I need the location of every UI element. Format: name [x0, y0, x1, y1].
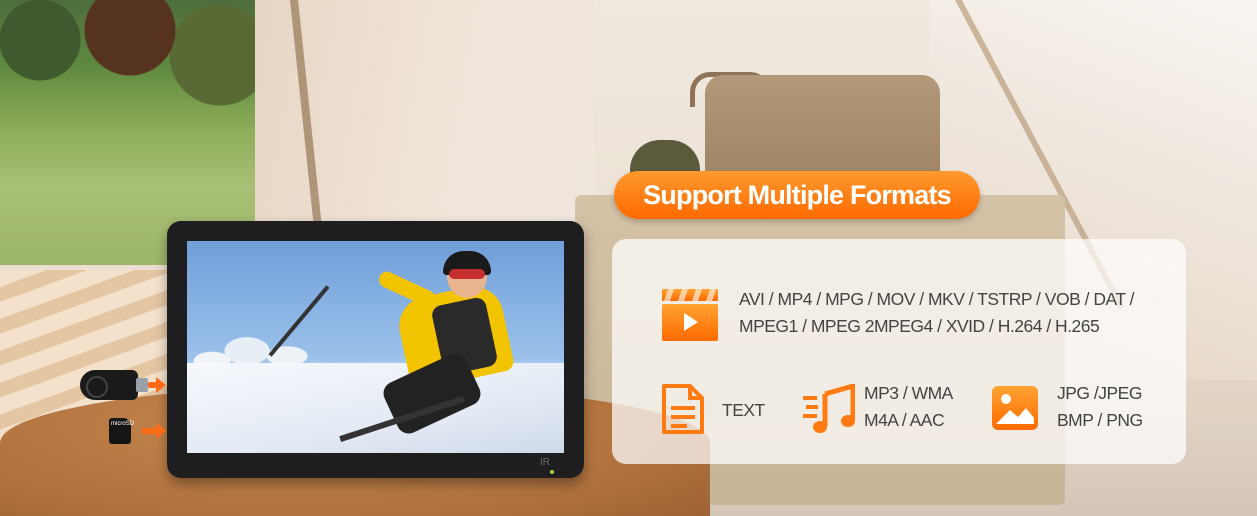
snow-slope	[187, 363, 564, 453]
video-clapper-icon	[662, 289, 718, 341]
sd-arrow-line	[142, 428, 156, 434]
video-formats-line2: MPEG1 / MPEG 2MPEG4 / XVID / H.264 / H.2…	[739, 316, 1100, 336]
image-formats-line2: BMP / PNG	[1057, 410, 1143, 430]
usb-arrow-icon	[156, 377, 166, 393]
video-formats-line1: AVI / MP4 / MPG / MOV / MKV / TSTRP / VO…	[739, 289, 1134, 309]
picture-icon	[992, 386, 1038, 430]
digital-photo-frame: IR	[167, 221, 584, 478]
sd-arrow-icon	[156, 423, 166, 439]
banner-title: Support Multiple Formats	[614, 171, 980, 219]
audio-formats-line2: M4A / AAC	[864, 410, 945, 430]
usb-drive-icon	[80, 370, 148, 400]
audio-formats-line1: MP3 / WMA	[864, 383, 953, 403]
text-format-label: TEXT	[722, 400, 765, 420]
music-note-icon	[803, 384, 855, 433]
ir-sensor-label: IR	[540, 457, 550, 468]
device-screen	[187, 241, 564, 453]
product-banner: IR microSD Support Multiple Formats AVI …	[0, 0, 1257, 516]
sd-card-label: microSD	[111, 421, 135, 427]
document-icon	[662, 384, 704, 434]
sd-card-icon: microSD	[109, 418, 135, 444]
usb-ring	[86, 376, 108, 398]
skier-goggles	[449, 269, 485, 279]
ir-indicator-light	[550, 470, 554, 474]
image-formats-line1: JPG /JPEG	[1057, 383, 1142, 403]
